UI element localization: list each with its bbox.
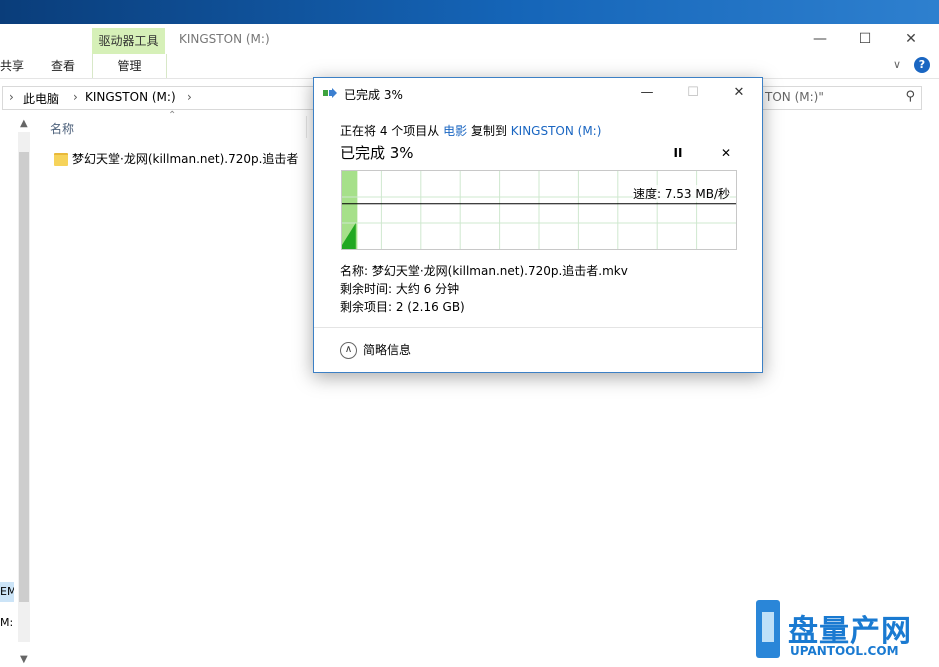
time-remaining-line: 剩余时间: 大约 6 分钟 [340,282,460,296]
maximize-button[interactable]: ☐ [842,26,888,52]
dialog-titlebar: 已完成 3% — ☐ ✕ [314,78,762,108]
copy-progress-dialog: 已完成 3% — ☐ ✕ 正在将 4 个项目从 电影 复制到 KINGSTON … [313,77,763,373]
column-header-name[interactable]: 名称 [50,120,74,137]
close-button[interactable]: ✕ [888,26,934,52]
help-icon[interactable]: ? [914,57,930,73]
tab-view[interactable]: 查看 [51,54,75,78]
minimize-button[interactable]: — [797,26,843,52]
speed-label: 速度: 7.53 MB/秒 [632,185,730,202]
desktop-background [0,0,939,24]
explorer-window-title: KINGSTON (M:) [179,32,270,46]
dialog-close-button[interactable]: ✕ [716,78,762,108]
details-toggle[interactable]: ∧ 简略信息 [340,341,411,359]
cancel-copy-button[interactable]: ✕ [717,144,735,162]
details-toggle-label: 简略信息 [363,343,412,357]
nav-item[interactable]: M:) [0,616,14,629]
chevron-up-icon: ∧ [340,342,357,359]
watermark-logo: 盘量产网 UPANTOOL.COM [750,598,939,667]
scroll-up-icon[interactable]: ▲ [20,118,28,129]
nav-scrollbar-thumb[interactable] [19,152,29,602]
nav-item-selected[interactable]: EM [0,582,14,602]
file-name: 梦幻天堂·龙网(killman.net).720p.追击者 [72,152,299,166]
watermark-url: UPANTOOL.COM [790,644,899,658]
breadcrumb-separator-icon: › [73,90,78,104]
progress-title: 已完成 3% [340,144,414,162]
items-remaining-line: 剩余项目: 2 (2.16 GB) [340,300,465,314]
column-divider[interactable] [306,116,307,138]
source-link[interactable]: 电影 [443,124,467,138]
copy-icon [323,88,337,98]
transfer-speed-graph: 速度: 7.53 MB/秒 [341,170,737,250]
nav-scrollbar[interactable] [18,132,30,642]
copy-text-mid: 复制到 [470,124,507,138]
usb-drive-icon [756,600,780,658]
dialog-title: 已完成 3% [344,88,403,102]
list-item[interactable]: 梦幻天堂·龙网(killman.net).720p.追击者 [54,150,298,170]
search-icon[interactable]: ⚲ [905,89,915,104]
breadcrumb-separator-icon: › [187,90,192,104]
explorer-titlebar: 驱动器工具 KINGSTON (M:) — ☐ ✕ [0,24,939,54]
breadcrumb-kingston[interactable]: KINGSTON (M:) [85,90,176,104]
dialog-minimize-button[interactable]: — [624,78,670,108]
breadcrumb-this-pc[interactable]: 此电脑 [23,90,59,107]
destination-link[interactable]: KINGSTON (M:) [511,124,602,138]
file-name-line: 名称: 梦幻天堂·龙网(killman.net).720p.追击者.mkv [340,264,628,278]
copy-text-prefix: 正在将 4 个项目从 [340,124,440,138]
drive-tools-context-header: 驱动器工具 [92,28,165,54]
search-input-text: TON (M:)" [765,90,824,104]
sort-arrow-icon: ⌃ [168,110,177,121]
dialog-separator [314,327,762,328]
tab-manage[interactable]: 管理 [92,54,167,78]
ribbon-expand-chevron-icon[interactable]: ∨ [893,58,901,71]
navigation-pane: ▲ EM M:) ▼ [0,114,32,667]
tab-share[interactable]: 共享 [0,54,24,78]
speed-graph-svg [342,171,736,249]
search-box[interactable]: TON (M:)" ⚲ [760,86,922,110]
scroll-down-icon[interactable]: ▼ [20,654,28,665]
copy-description: 正在将 4 个项目从 电影 复制到 KINGSTON (M:) [340,122,601,139]
dialog-maximize-button: ☐ [687,85,699,100]
ribbon-tabs: 共享 查看 管理 ∨ ? [0,54,939,79]
pause-button[interactable]: II [669,144,687,162]
folder-icon [54,153,68,166]
breadcrumb-separator-icon: › [9,90,14,104]
